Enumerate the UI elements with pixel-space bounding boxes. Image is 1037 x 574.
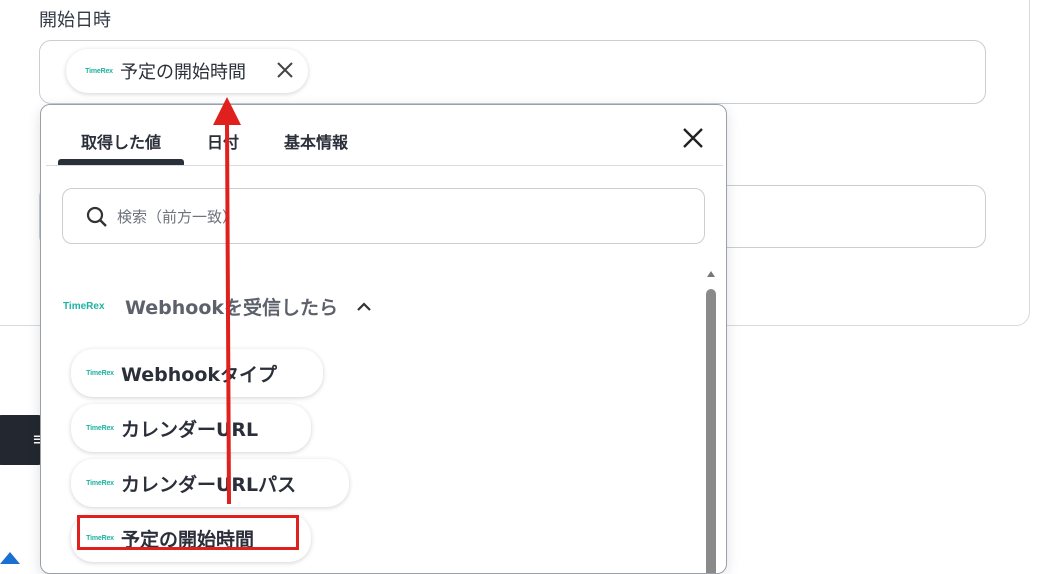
annotation-arrow-icon [213,97,241,505]
